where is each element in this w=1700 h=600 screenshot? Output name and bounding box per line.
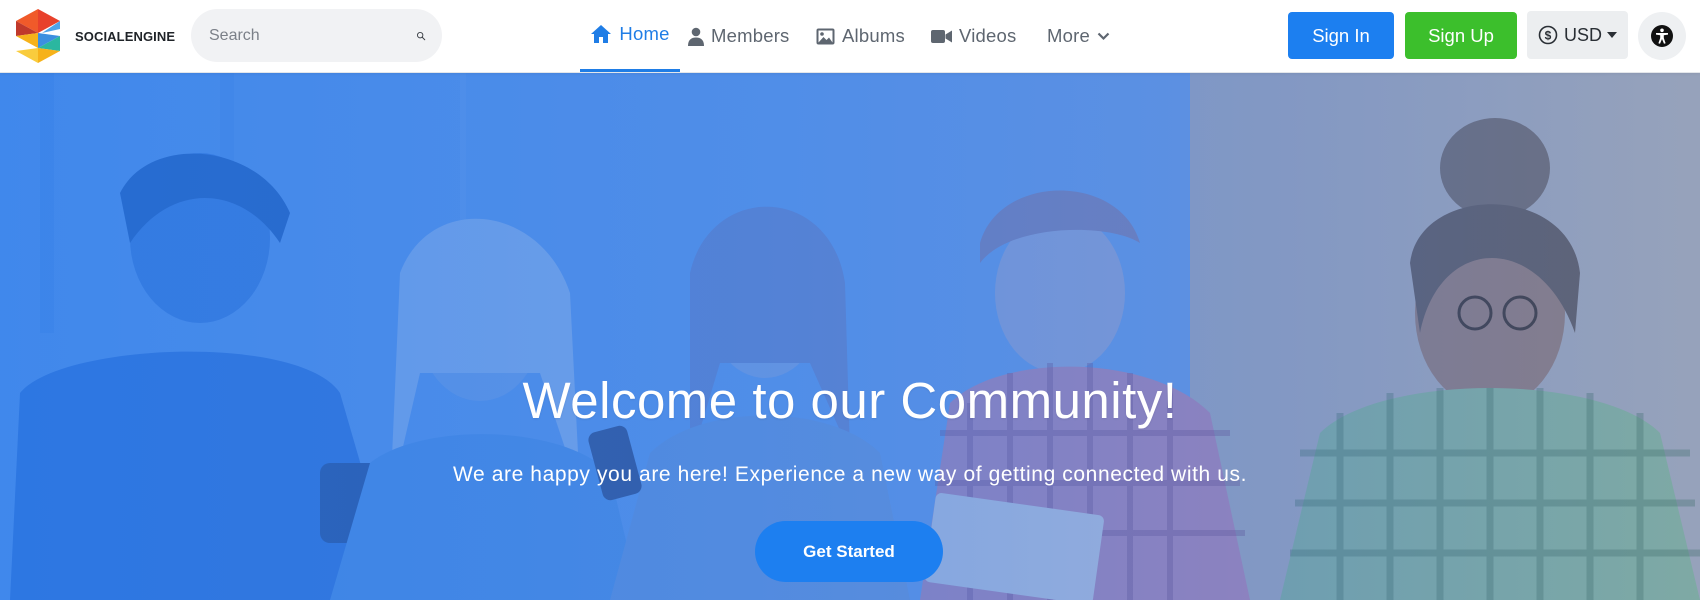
nav-label-members: Members [711,25,790,46]
hero-subtitle: We are happy you are here! Experience a … [452,463,1248,486]
accessibility-button[interactable] [1638,12,1686,60]
nav-label-more: More [1047,25,1090,46]
video-icon [931,29,952,43]
chevron-down-icon [1097,32,1110,40]
dollar-coin-icon: $ [1538,25,1558,45]
site-logo[interactable]: SOCIALENGINE [12,6,182,66]
user-icon [688,27,704,46]
sign-in-button[interactable]: Sign In [1288,12,1394,59]
accessibility-icon [1651,25,1673,47]
nav-label-home: Home [619,23,670,44]
nav-label-albums: Albums [842,25,905,46]
search-box [191,9,442,62]
hero-banner: Welcome to our Community! We are happy y… [0,73,1700,600]
site-header: SOCIALENGINE Home Members [0,0,1700,73]
currency-selector[interactable]: $ USD [1527,11,1628,59]
nav-item-members[interactable]: Members [688,0,790,72]
hero-title: Welcome to our Community! [522,372,1178,429]
nav-item-more[interactable]: More [1047,0,1110,72]
currency-label: USD [1563,24,1602,45]
home-icon [591,25,612,43]
nav-item-home[interactable]: Home [580,0,680,72]
search-input[interactable] [191,9,416,62]
search-icon[interactable] [416,24,426,48]
get-started-button[interactable]: Get Started [755,521,943,582]
nav-item-videos[interactable]: Videos [931,0,1016,72]
nav-item-albums[interactable]: Albums [816,0,905,72]
sign-up-button[interactable]: Sign Up [1405,12,1517,59]
socialengine-logo-icon [16,9,60,63]
image-icon [816,28,835,44]
caret-down-icon [1607,32,1617,38]
brand-name: SOCIALENGINE [75,28,176,44]
svg-text:$: $ [1545,29,1552,43]
nav-label-videos: Videos [959,25,1017,46]
